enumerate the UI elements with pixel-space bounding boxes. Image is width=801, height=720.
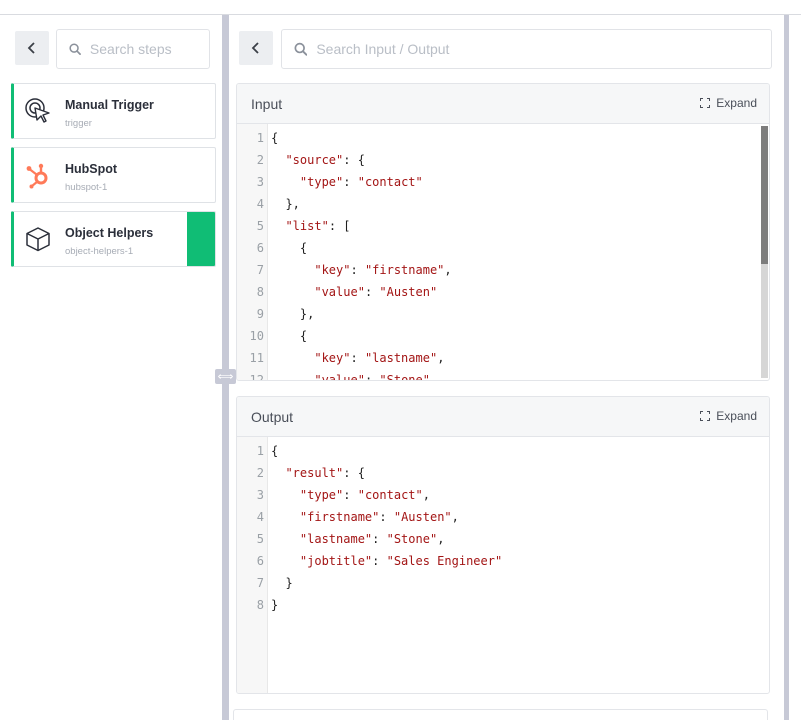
- input-code-editor[interactable]: 1{2 "source": {3 "type": "contact" 4 }, 5 …: [237, 124, 769, 380]
- line-text: "value": "Austen": [314, 285, 438, 299]
- step-manual-trigger[interactable]: Manual Trigger trigger: [11, 83, 216, 139]
- line-text: "type": "contact": [299, 175, 423, 189]
- line-number: 8: [256, 285, 264, 299]
- line-text: "type": "contact",: [299, 488, 430, 502]
- line-number: 9: [256, 307, 264, 321]
- line-number: 8: [256, 598, 264, 612]
- step-name: Object Helpers: [65, 226, 154, 240]
- line-text: "source": {: [285, 153, 365, 167]
- steps-search-input[interactable]: [89, 41, 209, 57]
- input-expand-button[interactable]: Expand: [700, 96, 757, 110]
- input-panel: Input Expand 1 {2 "source": { 3 "type": "c…: [236, 83, 770, 381]
- line-text: "jobtitle": "Sales Engineer": [299, 554, 503, 568]
- output-code-editor[interactable]: 1 {2 "result": { 3 "type": "contact", 4 "fi…: [237, 437, 769, 693]
- line-text: {: [271, 329, 308, 343]
- active-step-indicator: [187, 212, 215, 266]
- output-expand-button[interactable]: Expand: [700, 409, 757, 423]
- line-text: }: [271, 598, 279, 612]
- line-text: {: [271, 131, 279, 145]
- line-text: },: [271, 307, 315, 321]
- expand-icon: [700, 98, 711, 108]
- output-expand-label: Expand: [716, 409, 757, 423]
- line-text: "firstname": "Austen",: [299, 510, 459, 524]
- input-expand-label: Expand: [716, 96, 757, 110]
- line-number: 3: [256, 488, 264, 502]
- line-text: {: [271, 444, 279, 458]
- line-number: 6: [256, 241, 264, 255]
- right-pane-edge: [784, 15, 789, 720]
- input-panel-header: Input Expand: [237, 84, 769, 124]
- line-text: {: [271, 241, 308, 255]
- line-number: 7: [256, 263, 264, 277]
- step-id: hubspot-1: [65, 182, 108, 193]
- pane-divider[interactable]: [222, 15, 229, 720]
- line-text: },: [271, 197, 300, 211]
- step-name: HubSpot: [65, 162, 118, 176]
- output-panel: Output Expand 1 {2 "result": { 3 "type": "…: [236, 396, 770, 694]
- line-text: "list": [: [285, 219, 351, 233]
- next-panel-edge: [233, 709, 768, 720]
- hubspot-icon: [24, 161, 52, 189]
- io-search-field[interactable]: [281, 29, 772, 69]
- search-icon: [69, 43, 81, 55]
- input-scrollbar-thumb[interactable]: [761, 126, 768, 264]
- line-text: "lastname": "Stone",: [299, 532, 445, 546]
- line-text: "value": "Stone": [314, 373, 430, 380]
- workflow-data-inspector: Manual Trigger trigger HubSpot hubspot-1: [0, 0, 801, 720]
- line-number: 10: [249, 329, 264, 343]
- line-number: 4: [256, 510, 264, 524]
- cursor-click-icon: [24, 97, 52, 125]
- step-name: Manual Trigger: [65, 98, 154, 112]
- output-panel-header: Output Expand: [237, 397, 769, 437]
- line-number: 6: [256, 554, 264, 568]
- line-text: }: [271, 576, 293, 590]
- chevron-left-icon: [27, 42, 35, 54]
- step-id: object-helpers-1: [65, 246, 134, 257]
- output-panel-title: Output: [251, 409, 294, 425]
- step-id: trigger: [65, 118, 92, 129]
- io-back-button[interactable]: [239, 31, 273, 65]
- line-number: 2: [256, 466, 264, 480]
- line-number: 4: [256, 197, 264, 211]
- cube-icon: [24, 225, 52, 253]
- line-text: "result": {: [285, 466, 365, 480]
- io-search-input[interactable]: [316, 41, 771, 57]
- step-object-helpers[interactable]: Object Helpers object-helpers-1: [11, 211, 216, 267]
- line-number: 1: [256, 131, 264, 145]
- search-icon: [294, 42, 308, 56]
- steps-back-button[interactable]: [15, 31, 49, 65]
- input-panel-title: Input: [251, 96, 283, 112]
- line-number: 3: [256, 175, 264, 189]
- line-number: 11: [249, 351, 264, 365]
- line-number: 1: [256, 444, 264, 458]
- line-number: 2: [256, 153, 264, 167]
- line-text: "key": "lastname",: [314, 351, 445, 365]
- line-number: 5: [256, 219, 264, 233]
- steps-search-field[interactable]: [56, 29, 210, 69]
- line-number: 5: [256, 532, 264, 546]
- step-hubspot[interactable]: HubSpot hubspot-1: [11, 147, 216, 203]
- line-number: 12: [249, 373, 264, 380]
- line-number: 7: [256, 576, 264, 590]
- expand-icon: [700, 411, 711, 421]
- chevron-left-icon: [251, 42, 259, 54]
- line-text: "key": "firstname",: [314, 263, 452, 277]
